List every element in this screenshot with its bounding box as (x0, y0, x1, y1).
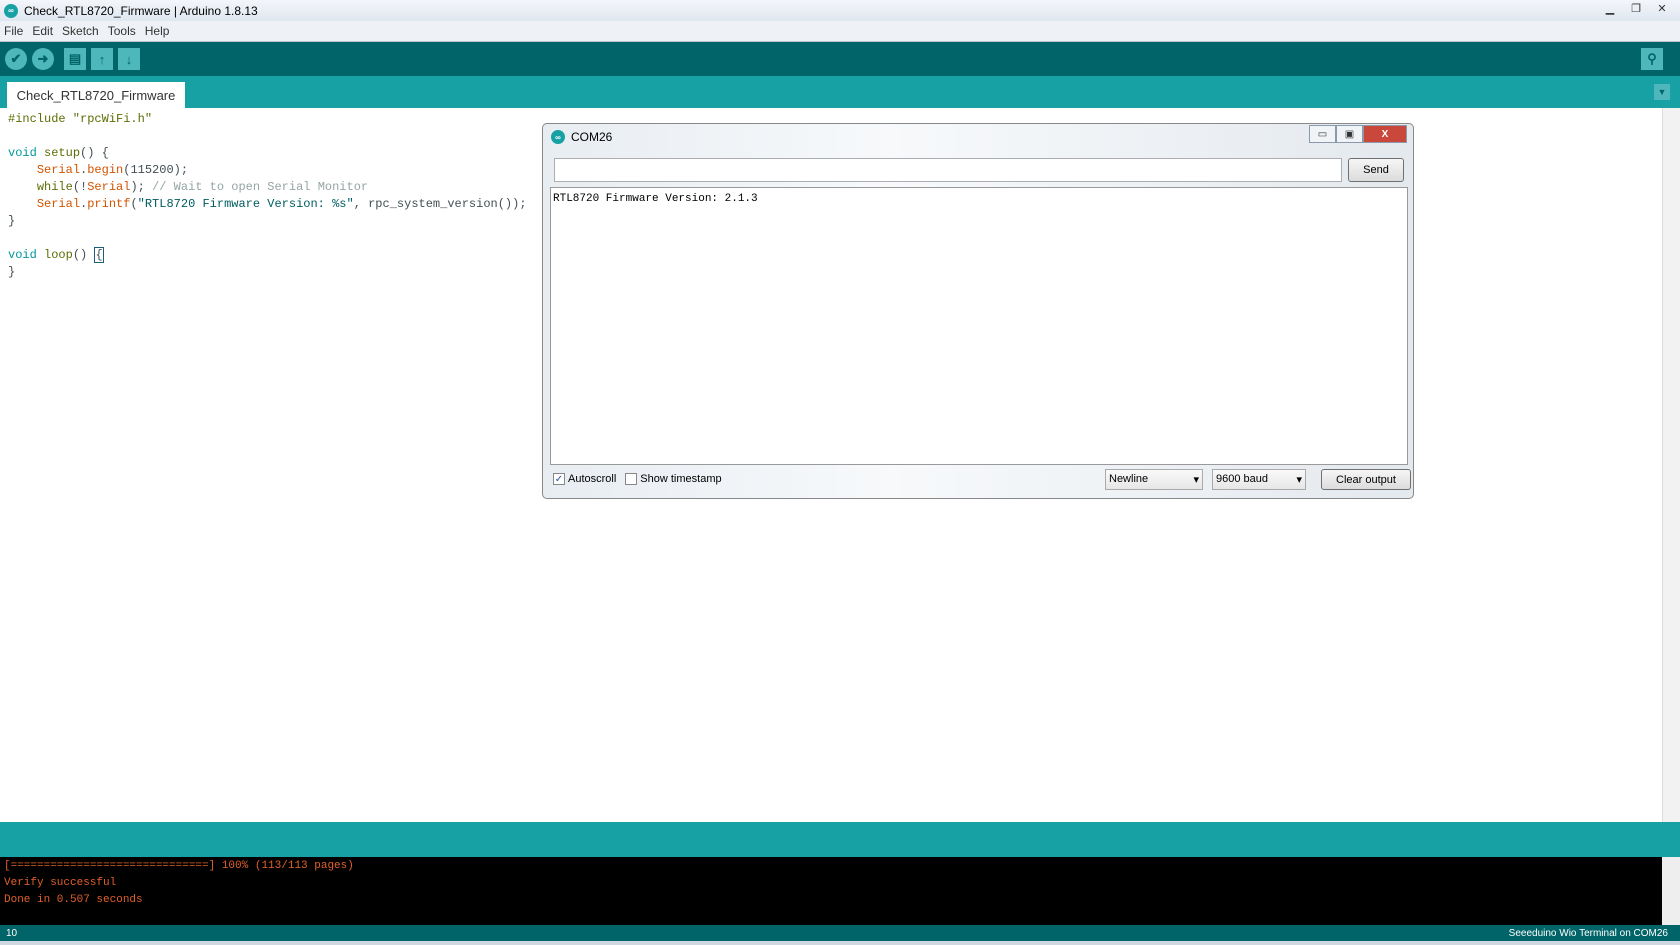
close-button[interactable]: ✕ (1650, 0, 1674, 17)
code-comment: // Wait to open Serial Monitor (152, 180, 369, 194)
arduino-logo-icon: ∞ (551, 130, 565, 144)
chevron-down-icon: ▾ (1193, 474, 1199, 486)
text-cursor: { (94, 247, 104, 263)
status-bar: 10 Seeeduino Wio Terminal on COM26 (0, 925, 1680, 941)
timestamp-label: Show timestamp (640, 473, 722, 485)
serial-input[interactable] (554, 158, 1342, 182)
baud-select[interactable]: 9600 baud ▾ (1212, 469, 1306, 490)
toolbar: ✔ ➜ ▤ ↑ ↓ ⚲ (0, 42, 1680, 76)
menu-tools[interactable]: Tools (108, 24, 136, 38)
serial-footer: ✓ Autoscroll Show timestamp Newline ▾ 9600… (550, 465, 1411, 493)
code-token: loop (44, 248, 73, 262)
code-token: , rpc_system_version()); (353, 197, 527, 211)
code-token: Serial (87, 180, 131, 194)
open-icon[interactable]: ↑ (91, 48, 113, 70)
menu-edit[interactable]: Edit (32, 24, 53, 38)
serial-output: RTL8720 Firmware Version: 2.1.3 (550, 187, 1408, 465)
save-icon[interactable]: ↓ (118, 48, 140, 70)
code-token: () { (80, 146, 109, 160)
menu-bar: File Edit Sketch Tools Help (0, 21, 1680, 42)
console-line: Done in 0.507 seconds (4, 894, 143, 906)
clear-output-button[interactable]: Clear output (1321, 469, 1411, 490)
code-token: ); (130, 180, 153, 194)
tab-menu-chevron-icon[interactable]: ▼ (1654, 84, 1670, 100)
line-number: 10 (6, 927, 18, 939)
window-title: Check_RTL8720_Firmware | Arduino 1.8.13 (24, 3, 258, 18)
line-ending-value: Newline (1109, 473, 1149, 485)
timestamp-checkbox[interactable] (625, 473, 638, 485)
editor-scrollbar[interactable] (1662, 108, 1680, 822)
arduino-logo-icon: ∞ (4, 3, 18, 18)
tab-strip (0, 76, 1680, 108)
new-icon[interactable]: ▤ (64, 48, 86, 70)
serial-title: COM26 (571, 130, 613, 144)
code-token: void (8, 146, 37, 160)
taskbar-edge (0, 941, 1680, 945)
baud-value: 9600 baud (1216, 473, 1268, 485)
code-token: Serial (36, 163, 81, 177)
maximize-button[interactable]: ❐ (1624, 0, 1648, 17)
code-string: "RTL8720 Firmware Version: %s" (137, 197, 354, 211)
code-token: while (36, 180, 73, 194)
send-button[interactable]: Send (1348, 158, 1404, 182)
code-token: (! (72, 180, 88, 194)
autoscroll-label: Autoscroll (568, 473, 617, 485)
chevron-down-icon: ▾ (1296, 474, 1302, 486)
code-token: () (72, 248, 95, 262)
serial-minimize-button[interactable]: ▭ (1309, 125, 1336, 143)
serial-maximize-button[interactable]: ▣ (1336, 125, 1363, 143)
menu-help[interactable]: Help (145, 24, 170, 38)
title-bar: ∞ Check_RTL8720_Firmware | Arduino 1.8.1… (0, 0, 1680, 21)
console-line: [==============================] 100% (1… (4, 860, 354, 872)
autoscroll-checkbox[interactable]: ✓ (553, 473, 565, 485)
verify-icon[interactable]: ✔ (5, 48, 27, 70)
message-bar (0, 822, 1680, 857)
serial-monitor-icon[interactable]: ⚲ (1641, 48, 1663, 70)
board-info: Seeeduino Wio Terminal on COM26 (1508, 927, 1668, 939)
code-token: (115200); (123, 163, 189, 177)
serial-monitor-window: ∞ COM26 ▭ ▣ X Send RTL8720 Firmware Version… (542, 123, 1414, 499)
code-token: printf (87, 197, 131, 211)
console-output: [==============================] 100% (1… (0, 857, 1662, 925)
serial-close-button[interactable]: X (1363, 125, 1407, 143)
menu-sketch[interactable]: Sketch (62, 24, 99, 38)
tab-sketch[interactable]: Check_RTL8720_Firmware (7, 82, 185, 108)
code-token: void (8, 248, 37, 262)
menu-file[interactable]: File (4, 24, 23, 38)
code-token: Serial (36, 197, 81, 211)
code-token: begin (87, 163, 124, 177)
upload-icon[interactable]: ➜ (32, 48, 54, 70)
code-token: setup (44, 146, 81, 160)
console-scrollbar[interactable] (1662, 857, 1680, 925)
console-line: Verify successful (4, 877, 117, 889)
line-ending-select[interactable]: Newline ▾ (1105, 469, 1203, 490)
code-token: ( (130, 197, 138, 211)
minimize-button[interactable]: ▁ (1598, 0, 1622, 17)
